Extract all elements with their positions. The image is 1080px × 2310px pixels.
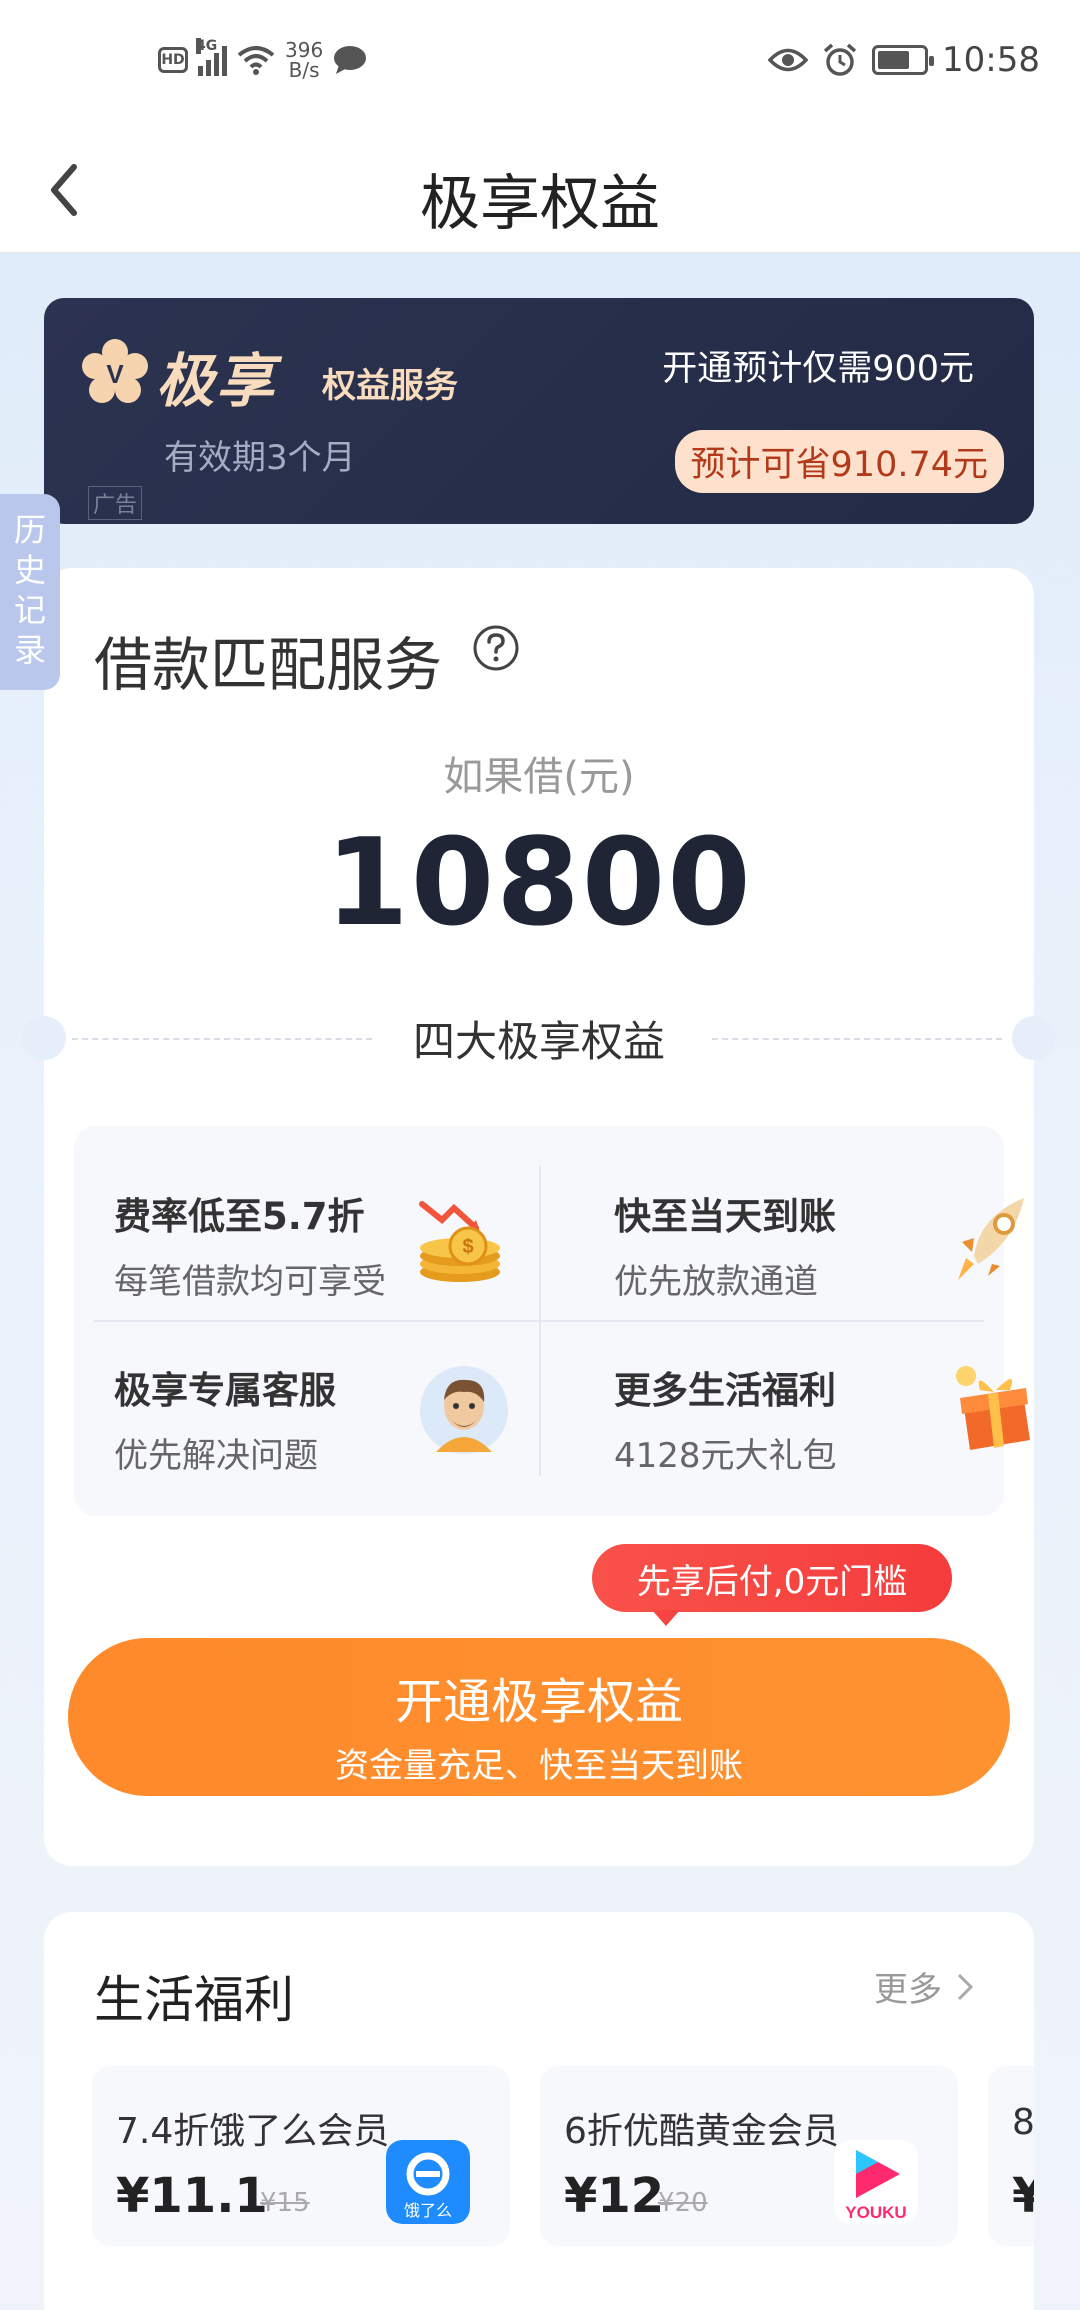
ad-tag: 广告	[88, 486, 143, 520]
offer-card-eleme[interactable]: 7.4折饿了么会员 ¥11.1 ¥15 饿了么	[92, 2066, 510, 2246]
status-right: 10:58	[768, 40, 1040, 80]
signal-icon: 4G	[196, 38, 227, 76]
loan-match-card: 借款匹配服务 如果借(元) 10800 四大极享权益 费率低至5.7折 每笔借款…	[22, 568, 1056, 1866]
offer-price: ¥12	[564, 2168, 665, 2224]
benefit-fast-payout: 快至当天到账 优先放款通道	[614, 1166, 1054, 1326]
eleme-logo-icon: 饿了么	[386, 2140, 470, 2224]
offer-name: 6折优酷黄金会员	[564, 2111, 839, 2152]
offer-original-price: ¥15	[260, 2188, 310, 2218]
status-left: HD 4G 396 B/s	[158, 38, 367, 80]
brand-name: 极享	[156, 347, 277, 415]
page-title: 极享权益	[420, 169, 660, 239]
section-label: 四大极享权益	[412, 1017, 665, 1066]
more-label: 更多	[874, 1970, 942, 2010]
youku-logo-text: YOUKU	[845, 2203, 906, 2222]
hd-badge: HD	[158, 47, 188, 73]
eye-comfort-icon	[768, 48, 809, 72]
benefit-life-welfare: 更多生活福利 4128元大礼包	[614, 1340, 1054, 1500]
service-avatar-icon	[420, 1366, 508, 1454]
open-button-label: 开通极享权益	[394, 1674, 683, 1730]
offer-price: ¥11.1	[116, 2168, 268, 2224]
open-benefits-button[interactable]: 开通极享权益 资金量充足、快至当天到账	[68, 1638, 1010, 1796]
eleme-logo-text: 饿了么	[404, 2201, 452, 2220]
promo-save-badge: 预计可省910.74元	[674, 430, 1004, 493]
wifi-icon	[237, 46, 275, 75]
brand-subtitle: 权益服务	[322, 366, 458, 406]
borrow-amount: 10800	[325, 814, 753, 953]
rocket-icon	[958, 1198, 1024, 1280]
promo-price-text: 开通预计仅需900元	[662, 349, 974, 389]
offer-original-price: ¥20	[658, 2188, 708, 2218]
coins-icon: $	[419, 1201, 500, 1282]
validity-text: 有效期3个月	[164, 438, 356, 478]
more-link[interactable]: 更多	[874, 1962, 974, 2011]
card-title: 借款匹配服务	[94, 631, 443, 699]
benefit-rate-discount: 费率低至5.7折 每笔借款均可享受 $	[114, 1166, 554, 1326]
open-button-sublabel: 资金量充足、快至当天到账	[335, 1746, 743, 1786]
battery-icon	[872, 45, 935, 75]
youku-logo-icon: YOUKU	[834, 2140, 918, 2224]
network-type: 4G	[196, 38, 218, 54]
status-bar: HD 4G 396 B/s 10:58	[0, 0, 1080, 125]
vip-flower-logo-icon: V	[82, 339, 148, 403]
chevron-right-icon	[957, 1973, 974, 2000]
gift-box-icon	[956, 1366, 1030, 1450]
alarm-icon	[823, 43, 857, 76]
history-records-tab[interactable]: 历史记录	[0, 494, 60, 690]
offer-price: ¥	[1012, 2168, 1034, 2224]
svg-text:$: $	[462, 1236, 473, 1258]
help-question-icon[interactable]	[472, 624, 520, 672]
svg-text:V: V	[106, 359, 124, 389]
benefits-grid: 费率低至5.7折 每笔借款均可享受 $ 快至当天到账 优先放款通道 极享专属客服…	[74, 1126, 1030, 1516]
offer-name: 8	[1012, 2102, 1034, 2143]
life-welfare-card: 生活福利 更多 7.4折饿了么会员 ¥11.1 ¥15 饿了么 6折优酷黄金会员…	[44, 1912, 1034, 2310]
history-tab-label: 历史记录	[13, 511, 46, 669]
speed-value: 396	[285, 38, 324, 62]
life-welfare-title: 生活福利	[94, 1971, 294, 2029]
nav-bar: 极享权益	[0, 125, 1080, 253]
network-speed: 396 B/s	[285, 40, 323, 80]
offer-card-partial[interactable]: 8 ¥	[988, 2066, 1034, 2246]
offer-card-youku[interactable]: 6折优酷黄金会员 ¥12 ¥20 YOUKU	[540, 2066, 958, 2246]
speed-unit: B/s	[288, 58, 320, 82]
borrow-label: 如果借(元)	[443, 754, 635, 800]
offer-name: 7.4折饿了么会员	[116, 2111, 390, 2152]
zero-threshold-badge: 先享后付,0元门槛	[592, 1544, 952, 1626]
message-icon	[334, 46, 367, 74]
clock: 10:58	[942, 40, 1040, 80]
promo-banner[interactable]: V 极享 权益服务 有效期3个月 广告 开通预计仅需900元 预计可省910.7…	[44, 298, 1034, 524]
benefit-dedicated-service: 极享专属客服 优先解决问题	[114, 1340, 554, 1500]
